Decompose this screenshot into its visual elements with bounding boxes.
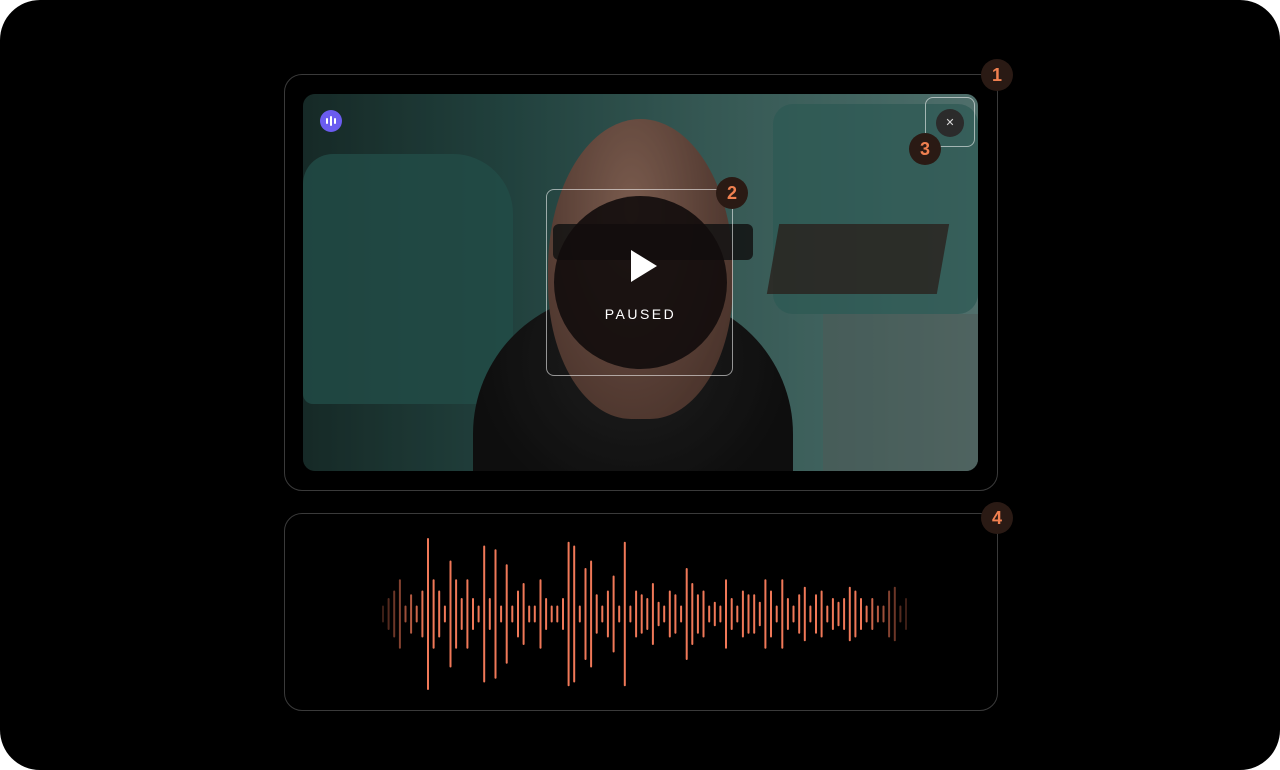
stage: PAUSED ✕ 1 2 3 4 <box>0 0 1280 770</box>
marker-1: 1 <box>981 59 1013 91</box>
marker-4: 4 <box>981 502 1013 534</box>
marker-3: 3 <box>909 133 941 165</box>
audio-waveform <box>382 538 907 690</box>
marker-2: 2 <box>716 177 748 209</box>
